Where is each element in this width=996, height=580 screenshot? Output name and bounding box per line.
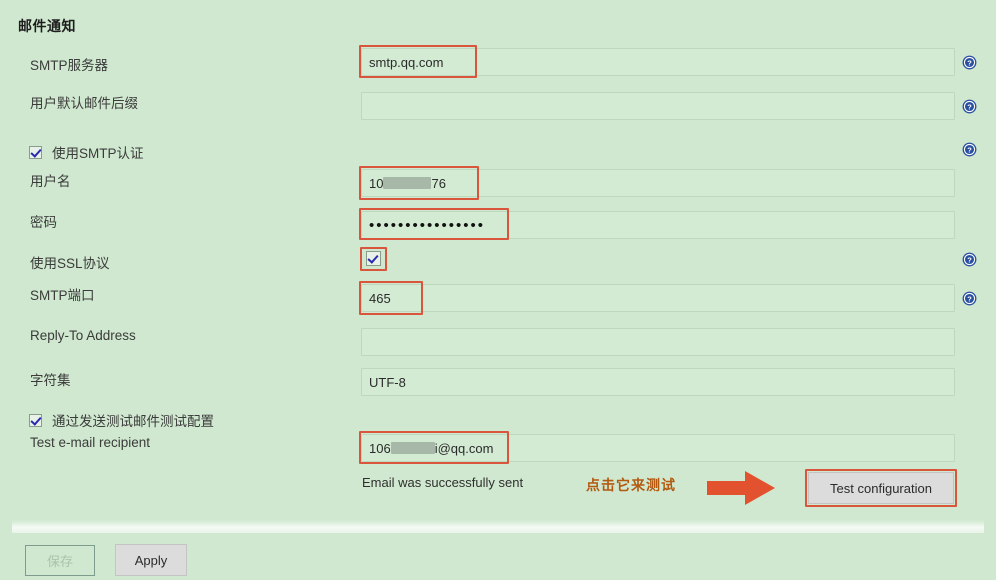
label-password: 密码 <box>30 215 57 230</box>
help-circle-icon[interactable]: ? <box>962 291 977 306</box>
svg-text:?: ? <box>967 295 972 304</box>
value-charset: UTF-8 <box>369 374 406 390</box>
redacted-username-segment <box>383 177 432 189</box>
input-reply-to-address[interactable] <box>361 328 955 356</box>
value-username-prefix: 10 <box>369 175 384 191</box>
annotation-text: 点击它来测试 <box>586 477 676 493</box>
help-circle-icon[interactable]: ? <box>962 252 977 267</box>
input-username[interactable]: 10 76 <box>361 169 955 197</box>
label-default-mail-suffix: 用户默认邮件后缀 <box>30 96 138 111</box>
svg-text:?: ? <box>967 59 972 68</box>
help-circle-icon[interactable]: ? <box>962 142 977 157</box>
label-use-smtp-auth: 使用SMTP认证 <box>52 146 144 161</box>
help-circle-icon[interactable]: ? <box>962 55 977 70</box>
email-notification-settings-page: 邮件通知 SMTP服务器 smtp.qq.com ? 用户默认邮件后缀 ? 使用… <box>0 0 996 580</box>
input-default-mail-suffix[interactable] <box>361 92 955 120</box>
right-arrow-icon <box>707 468 777 508</box>
label-smtp-server: SMTP服务器 <box>30 58 109 73</box>
label-use-ssl: 使用SSL协议 <box>30 256 110 271</box>
checkbox-row-test-by-sending[interactable]: 通过发送测试邮件测试配置 <box>29 410 214 430</box>
input-charset[interactable]: UTF-8 <box>361 368 955 396</box>
checkbox-test-by-sending[interactable] <box>29 413 42 427</box>
label-test-email-recipient: Test e-mail recipient <box>30 435 151 450</box>
value-test-email-prefix: 106 <box>369 440 391 456</box>
value-username-suffix: 76 <box>431 175 446 191</box>
value-test-email-suffix: i@qq.com <box>434 440 494 456</box>
page-title: 邮件通知 <box>18 18 76 34</box>
svg-text:?: ? <box>967 146 972 155</box>
redacted-test-email-segment <box>390 442 435 454</box>
label-reply-to-address: Reply-To Address <box>30 328 136 343</box>
svg-text:?: ? <box>967 256 972 265</box>
apply-button[interactable]: Apply <box>115 544 187 576</box>
value-password: •••••••••••••••• <box>369 216 486 234</box>
label-smtp-port: SMTP端口 <box>30 288 95 303</box>
input-smtp-server[interactable]: smtp.qq.com <box>361 48 955 76</box>
checkbox-use-smtp-auth[interactable] <box>29 145 42 159</box>
section-divider <box>12 520 984 533</box>
input-password[interactable]: •••••••••••••••• <box>361 211 955 239</box>
input-test-email-recipient[interactable]: 106 i@qq.com <box>361 434 955 462</box>
value-smtp-server: smtp.qq.com <box>369 54 444 70</box>
help-circle-icon[interactable]: ? <box>962 99 977 114</box>
checkbox-use-ssl[interactable] <box>366 251 381 266</box>
label-username: 用户名 <box>30 174 71 189</box>
input-smtp-port[interactable]: 465 <box>361 284 955 312</box>
label-test-by-sending: 通过发送测试邮件测试配置 <box>52 414 214 429</box>
checkbox-row-use-smtp-auth[interactable]: 使用SMTP认证 <box>29 142 144 162</box>
value-smtp-port: 465 <box>369 290 391 306</box>
save-button[interactable]: 保存 <box>25 545 95 576</box>
status-message: Email was successfully sent <box>362 475 524 490</box>
svg-text:?: ? <box>967 103 972 112</box>
label-charset: 字符集 <box>30 373 71 388</box>
test-configuration-button[interactable]: Test configuration <box>808 472 954 504</box>
